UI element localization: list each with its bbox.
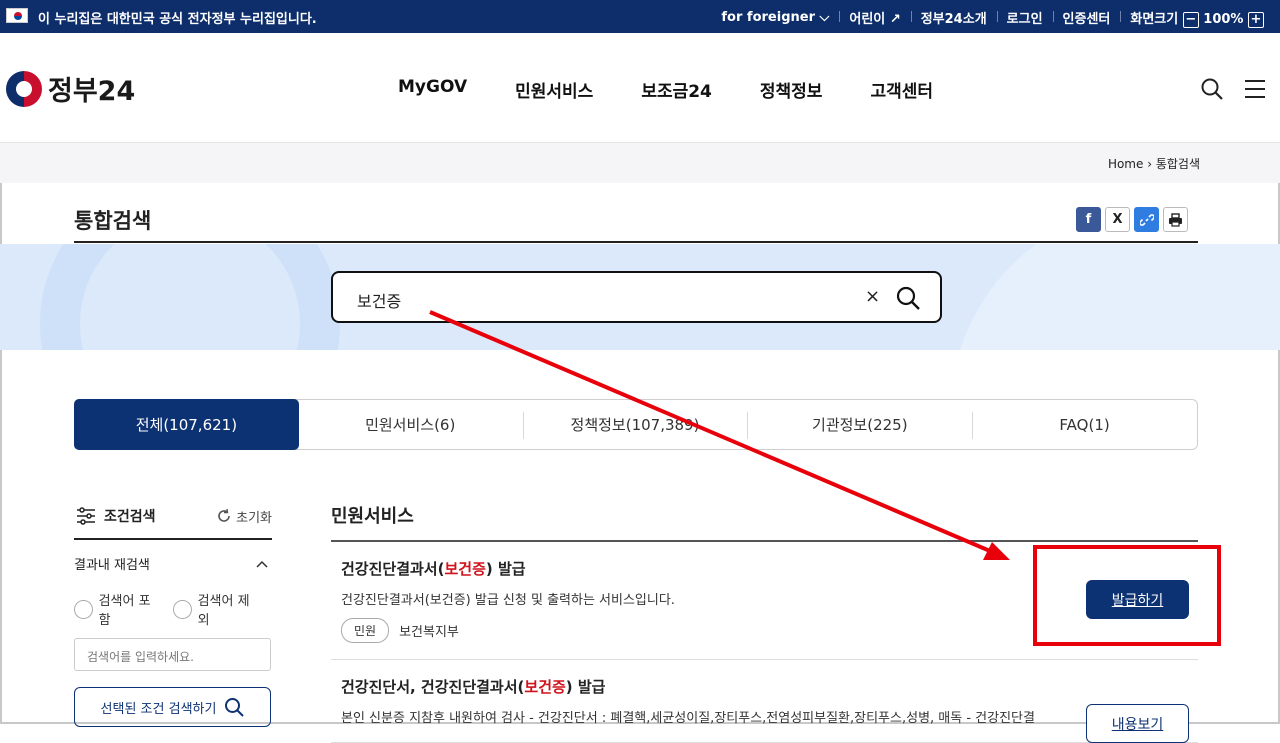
annotation-highlight-box — [1033, 545, 1221, 646]
